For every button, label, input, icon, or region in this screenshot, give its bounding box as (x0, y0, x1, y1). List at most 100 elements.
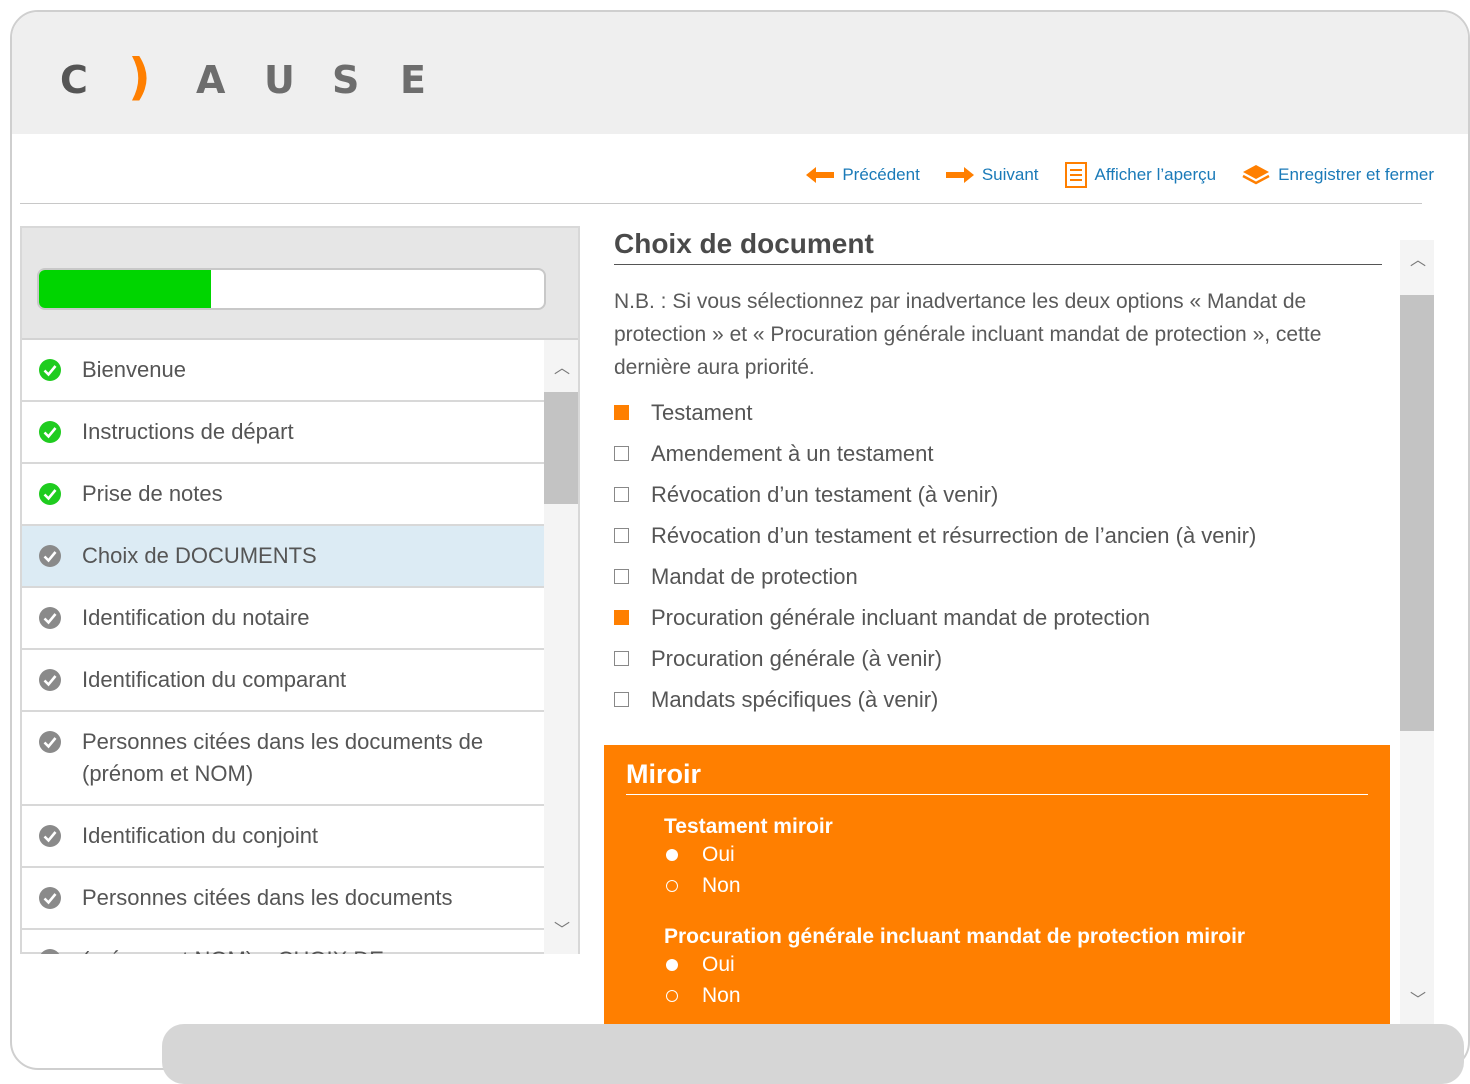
nav-item-label: Instructions de départ (82, 419, 294, 444)
layers-save-icon (1242, 165, 1270, 185)
radio-label: Oui (702, 952, 735, 976)
toolbar: Précédent Suivant Afficher l’aperçu Enre… (806, 162, 1434, 188)
nav-item-label: Personnes citées dans les documents (82, 885, 453, 910)
logo-letter: S (332, 58, 360, 102)
checkbox[interactable] (614, 569, 629, 584)
checkbox[interactable] (614, 610, 629, 625)
chevron-up-icon[interactable]: ︿ (1410, 246, 1426, 270)
option-label: Amendement à un testament (651, 440, 934, 466)
check-circle-icon (39, 887, 61, 909)
document-option[interactable]: Testament (614, 392, 1404, 433)
radio-procuration-oui[interactable]: Oui (666, 949, 1390, 980)
chevron-down-icon[interactable]: ﹀ (554, 916, 570, 940)
check-circle-icon (39, 421, 61, 443)
checkbox[interactable] (614, 651, 629, 666)
check-circle-icon (39, 483, 61, 505)
checkbox[interactable] (614, 692, 629, 707)
document-preview-icon (1064, 162, 1087, 188)
question-testament-miroir: Testament miroir (664, 815, 833, 838)
logo-letter: C (60, 58, 88, 102)
option-label: Procuration générale incluant mandat de … (651, 604, 1150, 630)
steps-panel: Bienvenue Instructions de départ Prise de … (20, 226, 580, 954)
note-text: N.B. : Si vous sélectionnez par inadvert… (614, 290, 1322, 379)
check-circle-icon (39, 669, 61, 691)
content-scroll-thumb[interactable] (1400, 295, 1434, 731)
check-circle-icon (39, 607, 61, 629)
steps-scrollbar[interactable]: ︿ ﹀ (544, 340, 578, 954)
next-label: Suivant (981, 165, 1039, 184)
document-option[interactable]: Procuration générale (à venir) (614, 638, 1404, 679)
document-option[interactable]: Procuration générale incluant mandat de … (614, 597, 1404, 638)
radio-selected-icon (666, 958, 678, 971)
nav-item[interactable]: Identification du comparant (22, 650, 546, 712)
nav-item[interactable]: Personnes citées dans les documents (22, 868, 546, 930)
save-close-button[interactable]: Enregistrer et fermer (1242, 164, 1434, 186)
document-option[interactable]: Mandat de protection (614, 556, 1404, 597)
nav-item[interactable]: Prise de notes (22, 464, 546, 526)
document-option[interactable]: Mandats spécifiques (à venir) (614, 679, 1404, 720)
checkbox[interactable] (614, 487, 629, 502)
logo-letter: ) (128, 48, 151, 106)
document-option[interactable]: Révocation d’un testament et résurrectio… (614, 515, 1404, 556)
nav-item[interactable]: Instructions de départ (22, 402, 546, 464)
nav-item[interactable]: Choix de DOCUMENTS (22, 526, 546, 588)
nav-item[interactable]: Bienvenue (22, 340, 546, 402)
progress-fill (39, 270, 211, 308)
preview-label: Afficher l’aperçu (1094, 165, 1217, 184)
check-circle-icon (39, 359, 61, 381)
arrow-right-icon (945, 167, 974, 183)
nav-item-label: Prise de notes (82, 481, 223, 506)
option-label: Mandats spécifiques (à venir) (651, 686, 939, 712)
question-procuration-miroir: Procuration générale incluant mandat de … (664, 925, 1246, 948)
check-circle-icon (39, 825, 61, 847)
miroir-section: Miroir Testament miroir Oui Non Procurat… (604, 745, 1390, 1035)
option-label: Révocation d’un testament et résurrectio… (651, 522, 1257, 548)
chevron-up-icon[interactable]: ︿ (554, 354, 570, 378)
steps-scroll-thumb[interactable] (544, 392, 578, 504)
radio-procuration-non[interactable]: Non (666, 980, 1390, 1011)
progress-bar (37, 268, 546, 310)
nav-item-label: Bienvenue (82, 357, 186, 382)
logo-letter: A (196, 58, 226, 102)
radio-selected-icon (666, 848, 678, 861)
radio-unselected-icon (666, 989, 678, 1002)
document-options: Testament Amendement à un testament Révoca… (614, 392, 1404, 720)
nav-item-label: Identification du notaire (82, 605, 310, 630)
arrow-left-icon (806, 167, 835, 183)
checkbox[interactable] (614, 405, 629, 420)
section-title: Choix de document (614, 228, 1382, 265)
miroir-title: Miroir (626, 759, 1368, 795)
check-circle-icon (39, 545, 61, 567)
check-circle-icon (39, 731, 61, 753)
progress-area (22, 228, 578, 340)
document-option[interactable]: Amendement à un testament (614, 433, 1404, 474)
save-close-label: Enregistrer et fermer (1278, 165, 1434, 184)
header-divider (20, 203, 1422, 204)
nav-item[interactable]: Identification du conjoint (22, 806, 546, 868)
radio-label: Non (702, 873, 741, 897)
nav-item[interactable]: (prénom et NOM) – CHOIX DE (22, 930, 546, 954)
option-label: Testament (651, 399, 753, 425)
chevron-down-icon[interactable]: ﹀ (1410, 986, 1426, 1010)
checkbox[interactable] (614, 446, 629, 461)
nav-item-label: Personnes citées dans les documents de (… (82, 729, 484, 786)
document-option[interactable]: Révocation d’un testament (à venir) (614, 474, 1404, 515)
steps-list: Bienvenue Instructions de départ Prise de … (22, 340, 578, 954)
previous-label: Précédent (842, 165, 920, 184)
nav-item-label: Choix de DOCUMENTS (82, 543, 317, 568)
logo-letter: E (400, 58, 426, 102)
previous-button[interactable]: Précédent (806, 165, 920, 185)
nav-item[interactable]: Personnes citées dans les documents de (… (22, 712, 546, 806)
nav-item[interactable]: Identification du notaire (22, 588, 546, 650)
nav-item-label: (prénom et NOM) – CHOIX DE (82, 944, 384, 954)
nav-item-label: Identification du conjoint (82, 823, 319, 848)
preview-button[interactable]: Afficher l’aperçu (1064, 162, 1217, 188)
content-scrollbar[interactable]: ︿ ﹀ (1400, 240, 1434, 1028)
checkbox[interactable] (614, 528, 629, 543)
radio-testament-oui[interactable]: Oui (666, 839, 1390, 870)
nav-item-label: Identification du comparant (82, 667, 347, 692)
radio-testament-non[interactable]: Non (666, 870, 1390, 901)
next-button[interactable]: Suivant (945, 165, 1039, 185)
radio-label: Non (702, 983, 741, 1007)
logo-letter: U (264, 58, 295, 102)
